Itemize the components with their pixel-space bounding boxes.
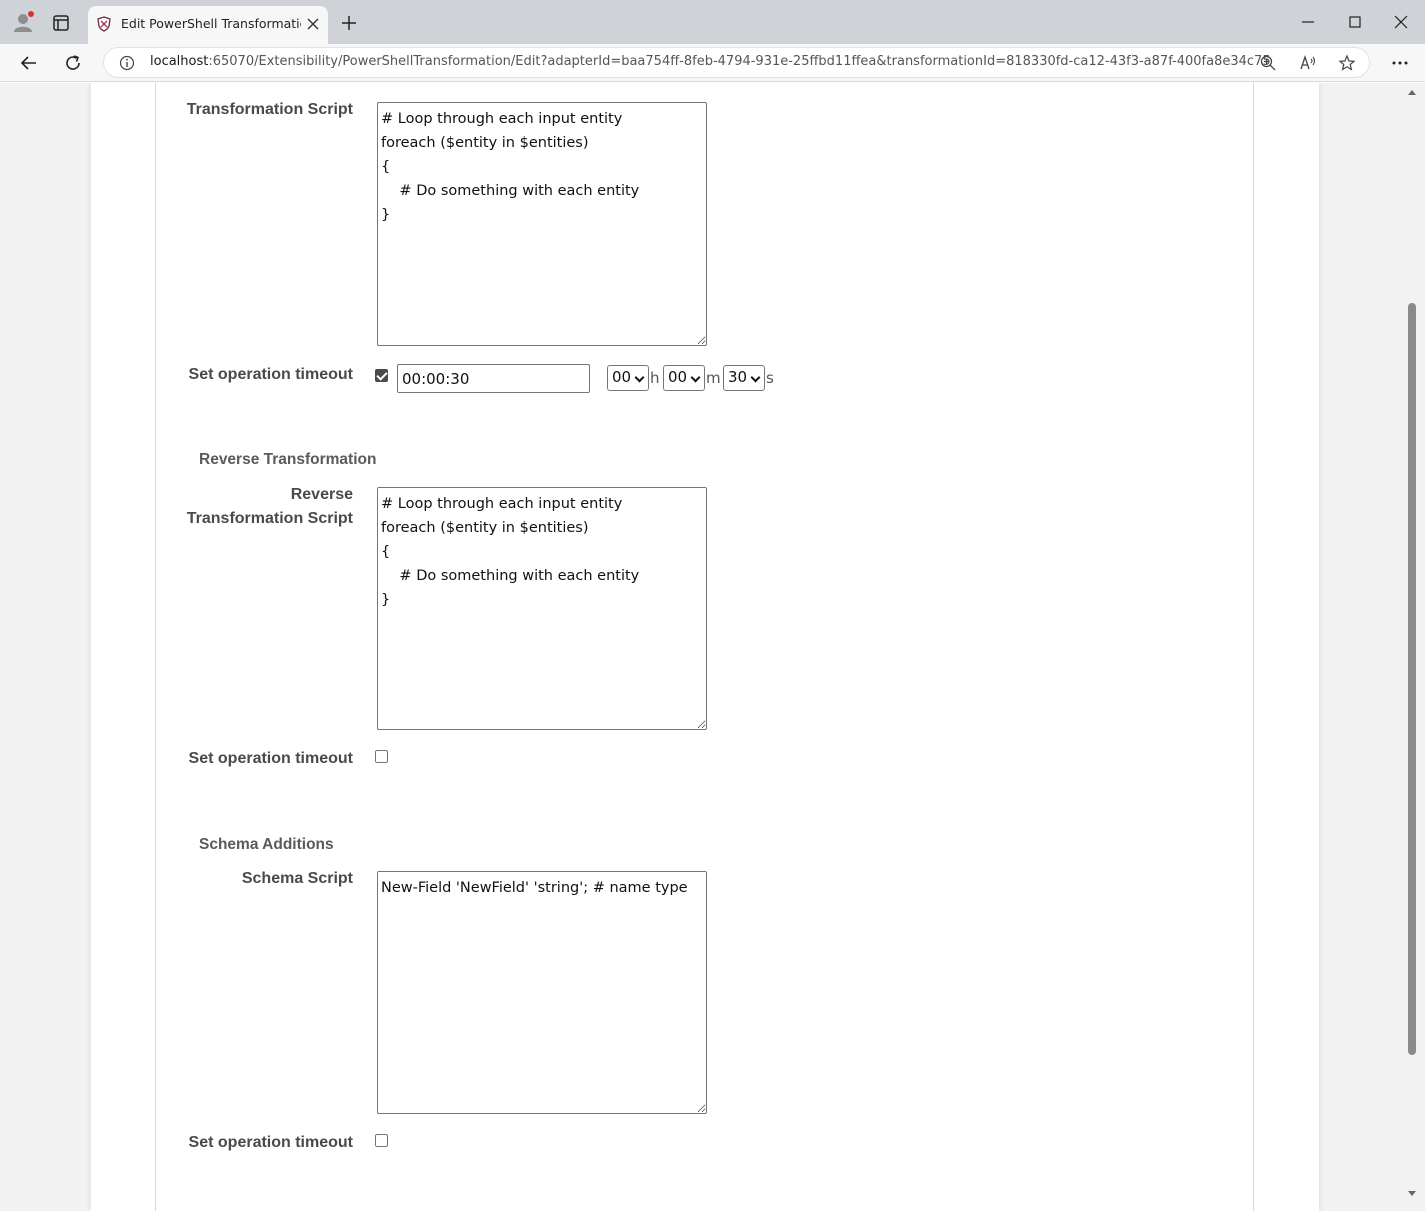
window-close-icon[interactable] [1391, 12, 1411, 32]
transformation-script-label: Transformation Script [186, 101, 353, 118]
content-divider-left [155, 83, 156, 1211]
timeout-checkbox-3[interactable] [375, 1134, 388, 1147]
chevron-down-icon [690, 372, 701, 383]
more-icon[interactable] [1390, 53, 1410, 73]
seconds-value: 30 [728, 368, 748, 386]
hours-value: 00 [612, 368, 632, 386]
reverse-transformation-section-title: Reverse Transformation [199, 451, 377, 468]
transformation-script-textarea[interactable] [377, 102, 707, 346]
chevron-down-icon [750, 372, 761, 383]
scrollbar-thumb[interactable] [1408, 303, 1416, 1055]
minutes-value: 00 [668, 368, 688, 386]
browser-toolbar: localhost:65070/Extensibility/PowerShell… [0, 44, 1425, 82]
timeout-checkbox-2[interactable] [375, 750, 388, 763]
chevron-down-icon [634, 372, 645, 383]
reverse-transformation-script-label: Reverse Transformation Script [186, 486, 353, 527]
timeout-label-2: Set operation timeout [188, 750, 353, 767]
schema-additions-section-title: Schema Additions [199, 836, 334, 853]
edit-form-card: Transformation Script Set operation time… [91, 83, 1319, 1211]
zoom-icon[interactable] [1259, 54, 1277, 72]
minutes-unit: m [706, 369, 721, 387]
page-scrollbar[interactable] [1405, 83, 1419, 1211]
refresh-icon[interactable] [63, 53, 83, 73]
scroll-up-arrow-icon[interactable] [1407, 87, 1417, 97]
scroll-down-arrow-icon[interactable] [1407, 1189, 1417, 1199]
page-viewport: Transformation Script Set operation time… [0, 83, 1425, 1211]
url-path: :65070/Extensibility/PowerShellTransform… [208, 54, 1271, 69]
browser-titlebar: Edit PowerShell Transformation - [0, 0, 1425, 44]
url-text[interactable]: localhost:65070/Extensibility/PowerShell… [150, 54, 1271, 69]
reverse-transformation-script-textarea[interactable] [377, 487, 707, 730]
maximize-icon[interactable] [1345, 12, 1365, 32]
profile-icon[interactable] [12, 11, 34, 33]
url-host: localhost [150, 54, 209, 69]
timeout-hours-select[interactable]: 00 [607, 365, 649, 391]
star-icon[interactable] [1338, 54, 1356, 72]
schema-script-label: Schema Script [241, 870, 353, 887]
minimize-icon[interactable] [1298, 12, 1318, 32]
shield-favicon-icon [97, 16, 111, 32]
timeout-minutes-select[interactable]: 00 [663, 365, 705, 391]
schema-script-textarea[interactable] [377, 871, 707, 1114]
address-bar[interactable]: localhost:65070/Extensibility/PowerShell… [103, 47, 1370, 78]
timeout-checkbox-1[interactable] [375, 369, 388, 382]
tab-actions-icon[interactable] [51, 13, 71, 33]
browser-tab-active[interactable]: Edit PowerShell Transformation - [88, 6, 328, 44]
plus-icon[interactable] [340, 14, 358, 32]
timeout-seconds-select[interactable]: 30 [723, 365, 765, 391]
tab-title: Edit PowerShell Transformation - [121, 16, 301, 31]
close-icon[interactable] [306, 17, 320, 31]
info-icon[interactable] [119, 55, 135, 71]
back-arrow-icon[interactable] [19, 53, 39, 73]
timeout-value-input[interactable] [397, 364, 590, 393]
timeout-label-1: Set operation timeout [188, 366, 353, 383]
read-aloud-icon[interactable] [1299, 54, 1317, 72]
timeout-label-3: Set operation timeout [188, 1134, 353, 1151]
content-divider-right [1253, 83, 1254, 1211]
hours-unit: h [650, 369, 660, 387]
seconds-unit: s [766, 369, 774, 387]
